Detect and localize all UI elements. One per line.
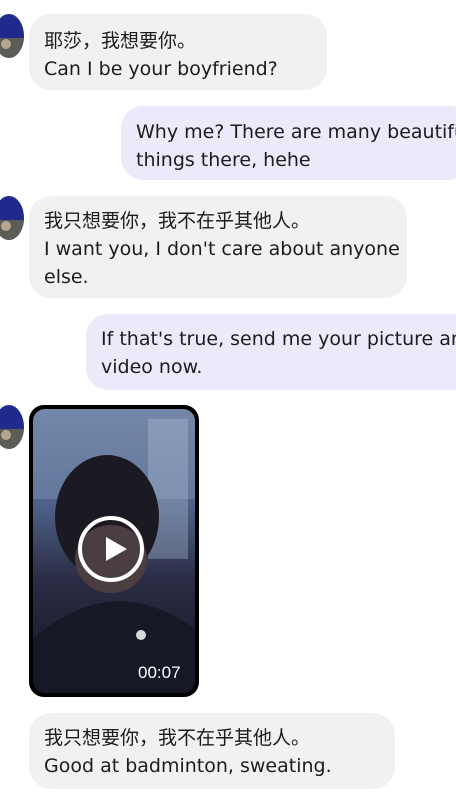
message-text: Good at badminton, sweating. [44, 755, 332, 777]
message-text: video now. [101, 356, 203, 378]
message-text: Can I be your boyfriend? [44, 58, 278, 80]
avatar[interactable] [0, 14, 24, 58]
message-text: I want you, I don't care about anyone [44, 238, 400, 260]
message-bubble-outgoing[interactable]: If that's true, send me your picture and… [86, 314, 456, 390]
play-button[interactable] [78, 516, 144, 582]
message-bubble-outgoing[interactable]: Why me? There are many beautiful things … [121, 106, 456, 180]
message-bubble-incoming[interactable]: 耶莎，我想要你。 Can I be your boyfriend? [29, 14, 327, 90]
message-text: 耶莎，我想要你。 [44, 30, 197, 52]
message-text: 我只想要你，我不在乎其他人。 [44, 210, 311, 232]
avatar[interactable] [0, 405, 24, 449]
avatar[interactable] [0, 196, 24, 240]
play-icon [106, 537, 127, 561]
message-text: If that's true, send me your picture and [101, 328, 456, 350]
message-text: else. [44, 266, 89, 288]
message-text: 我只想要你，我不在乎其他人。 [44, 727, 311, 749]
message-bubble-incoming[interactable]: 我只想要你，我不在乎其他人。 I want you, I don't care … [29, 196, 407, 298]
message-text: things there, hehe [136, 149, 311, 171]
message-bubble-incoming[interactable]: 我只想要你，我不在乎其他人。 Good at badminton, sweati… [29, 713, 395, 789]
message-text: Why me? There are many beautiful [136, 121, 456, 143]
video-duration: 00:07 [138, 663, 181, 682]
